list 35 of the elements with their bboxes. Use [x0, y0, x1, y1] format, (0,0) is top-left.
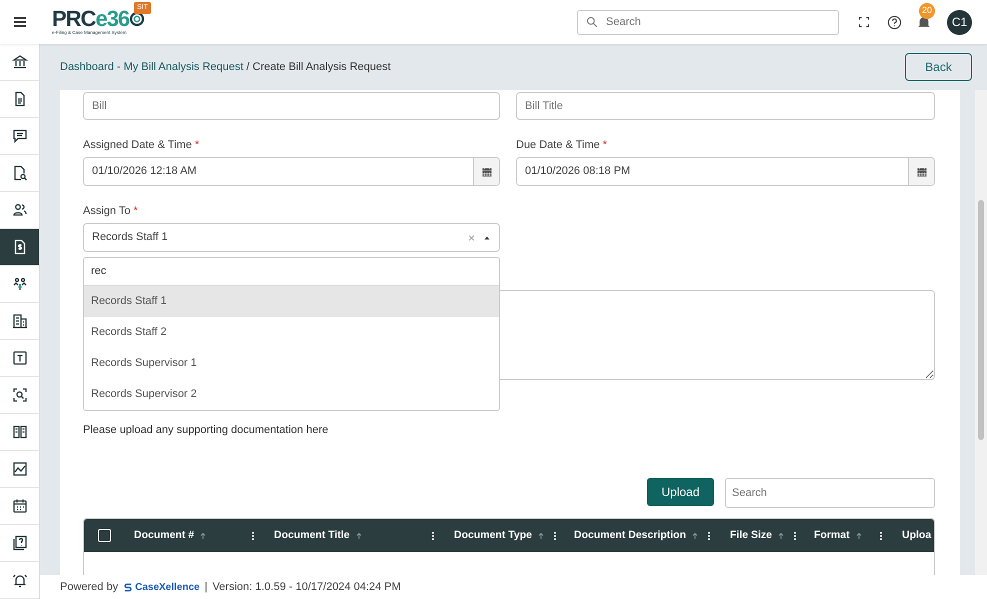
column-header[interactable]: Format — [814, 528, 850, 544]
upload-button[interactable]: Upload — [647, 478, 714, 506]
version-text: Version: 1.0.59 - 10/17/2024 04:24 PM — [212, 580, 401, 595]
column-header[interactable]: Document Title — [274, 528, 350, 544]
required-mark: * — [194, 139, 200, 151]
search-box[interactable]: Search — [577, 10, 839, 34]
column-header[interactable]: Document # — [134, 528, 194, 544]
back-button[interactable]: Back — [905, 53, 972, 81]
column-header[interactable]: Uploa — [902, 528, 932, 544]
required-mark: * — [602, 139, 608, 151]
upload-hint: Please upload any supporting documentation here — [83, 422, 330, 438]
dropdown-option[interactable]: Records Staff 1 — [84, 286, 499, 317]
field-label: Assign To — [83, 205, 130, 217]
required-mark: * — [134, 205, 138, 217]
dropdown-option[interactable]: Records Staff 2 — [84, 317, 499, 348]
user-avatar[interactable]: C1 — [947, 10, 972, 34]
powered-by-text: Powered by — [60, 580, 118, 595]
breadcrumb-current: / Create Bill Analysis Request — [246, 60, 391, 75]
column-header[interactable]: Document Type — [454, 528, 532, 544]
footer-separator: | — [204, 580, 208, 595]
breadcrumb-link[interactable]: Dashboard - My Bill Analysis Request — [60, 58, 244, 76]
column-header[interactable]: File Size — [730, 528, 772, 544]
text-field[interactable]: Bill — [83, 92, 500, 120]
field-label: Assigned Date & Time — [83, 139, 192, 151]
text-field[interactable]: Bill Title — [516, 92, 935, 120]
search-field[interactable]: Search — [725, 478, 935, 508]
column-header[interactable]: Document Description — [574, 528, 686, 544]
logo-text: e36 — [95, 8, 130, 30]
brand-name: CaseXellence — [135, 580, 200, 594]
dropdown-option[interactable]: Records Supervisor 2 — [84, 379, 499, 410]
logo-text: PRC — [52, 8, 96, 30]
select-field[interactable]: Records Staff 1 × — [83, 223, 500, 252]
dropdown-option[interactable]: Records Supervisor 1 — [84, 348, 499, 379]
notification-count: 20 — [919, 3, 935, 19]
field-label: Due Date & Time — [516, 139, 600, 151]
